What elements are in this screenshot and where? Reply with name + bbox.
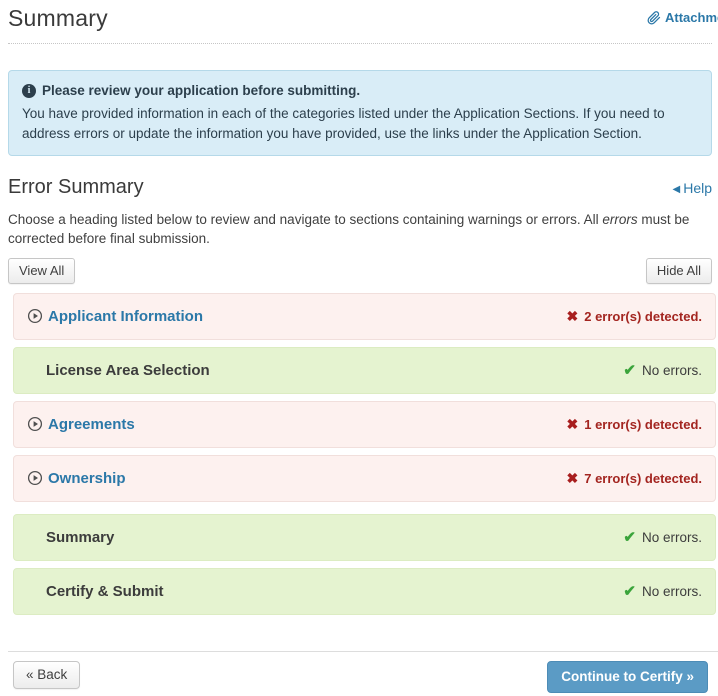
check-icon: ✔ — [623, 361, 636, 379]
row-status: ✖ 1 error(s) detected. — [567, 416, 703, 433]
row-left: Ownership — [27, 470, 126, 487]
section-row-license-area-selection: License Area Selection ✔ No errors. — [13, 347, 716, 394]
row-left: Certify & Submit — [27, 583, 164, 600]
expand-play-icon[interactable] — [27, 470, 43, 486]
section-row-applicant-information: Applicant Information ✖ 2 error(s) detec… — [13, 293, 716, 340]
check-icon: ✔ — [623, 528, 636, 546]
error-summary-header: Error Summary ◀Help — [8, 176, 712, 199]
expand-play-icon[interactable] — [27, 308, 43, 324]
info-alert-heading: i Please review your application before … — [22, 83, 698, 98]
error-x-icon: ✖ — [567, 416, 579, 433]
error-summary-title: Error Summary — [8, 176, 144, 199]
attachments-label: Attachments — [665, 10, 718, 25]
error-count-text: 1 error(s) detected. — [584, 417, 702, 432]
row-status: ✔ No errors. — [623, 361, 702, 379]
attachments-link[interactable]: Attachments — [647, 10, 718, 25]
expand-play-icon[interactable] — [27, 416, 43, 432]
info-alert: i Please review your application before … — [8, 70, 712, 156]
error-summary-description: Choose a heading listed below to review … — [8, 211, 712, 248]
section-rows: Applicant Information ✖ 2 error(s) detec… — [8, 293, 712, 615]
no-errors-text: No errors. — [642, 363, 702, 378]
info-alert-heading-text: Please review your application before su… — [42, 83, 360, 98]
section-title: License Area Selection — [46, 362, 210, 379]
no-errors-text: No errors. — [642, 530, 702, 545]
row-status: ✖ 7 error(s) detected. — [567, 470, 703, 487]
hide-all-button[interactable]: Hide All — [646, 258, 712, 284]
error-count-text: 7 error(s) detected. — [584, 471, 702, 486]
footer-divider — [8, 651, 718, 652]
row-left: Summary — [27, 529, 114, 546]
section-row-agreements: Agreements ✖ 1 error(s) detected. — [13, 401, 716, 448]
view-all-button[interactable]: View All — [8, 258, 75, 284]
expand-collapse-toolbar: View All Hide All — [8, 258, 712, 284]
left-triangle-icon: ◀ — [673, 184, 681, 195]
section-title: Summary — [46, 529, 114, 546]
section-title: Certify & Submit — [46, 583, 164, 600]
section-row-certify-submit: Certify & Submit ✔ No errors. — [13, 568, 716, 615]
section-link[interactable]: Agreements — [48, 416, 135, 433]
back-button[interactable]: « Back — [13, 661, 80, 689]
section-link[interactable]: Ownership — [48, 470, 126, 487]
section-row-ownership: Ownership ✖ 7 error(s) detected. — [13, 455, 716, 502]
row-left: Agreements — [27, 416, 135, 433]
row-status: ✖ 2 error(s) detected. — [567, 308, 703, 325]
info-icon: i — [22, 84, 36, 98]
footer: « Back Continue to Certify » — [8, 661, 712, 693]
description-text: Choose a heading listed below to review … — [8, 212, 602, 227]
page-title: Summary — [8, 5, 712, 32]
row-left: License Area Selection — [27, 362, 210, 379]
check-icon: ✔ — [623, 582, 636, 600]
section-link[interactable]: Applicant Information — [48, 308, 203, 325]
section-row-summary: Summary ✔ No errors. — [13, 514, 716, 561]
info-alert-body: You have provided information in each of… — [22, 104, 698, 143]
help-link[interactable]: ◀Help — [673, 180, 713, 196]
description-italic-word: errors — [602, 212, 637, 227]
paperclip-icon — [647, 11, 661, 25]
page-header: Summary — [8, 5, 712, 35]
header-divider — [8, 43, 712, 44]
continue-to-certify-button[interactable]: Continue to Certify » — [547, 661, 708, 693]
error-x-icon: ✖ — [567, 470, 579, 487]
row-left: Applicant Information — [27, 308, 203, 325]
help-label: Help — [683, 180, 712, 196]
error-x-icon: ✖ — [567, 308, 579, 325]
error-count-text: 2 error(s) detected. — [584, 309, 702, 324]
row-status: ✔ No errors. — [623, 528, 702, 546]
row-status: ✔ No errors. — [623, 582, 702, 600]
no-errors-text: No errors. — [642, 584, 702, 599]
page: Summary Attachments i Please review your… — [0, 0, 718, 693]
